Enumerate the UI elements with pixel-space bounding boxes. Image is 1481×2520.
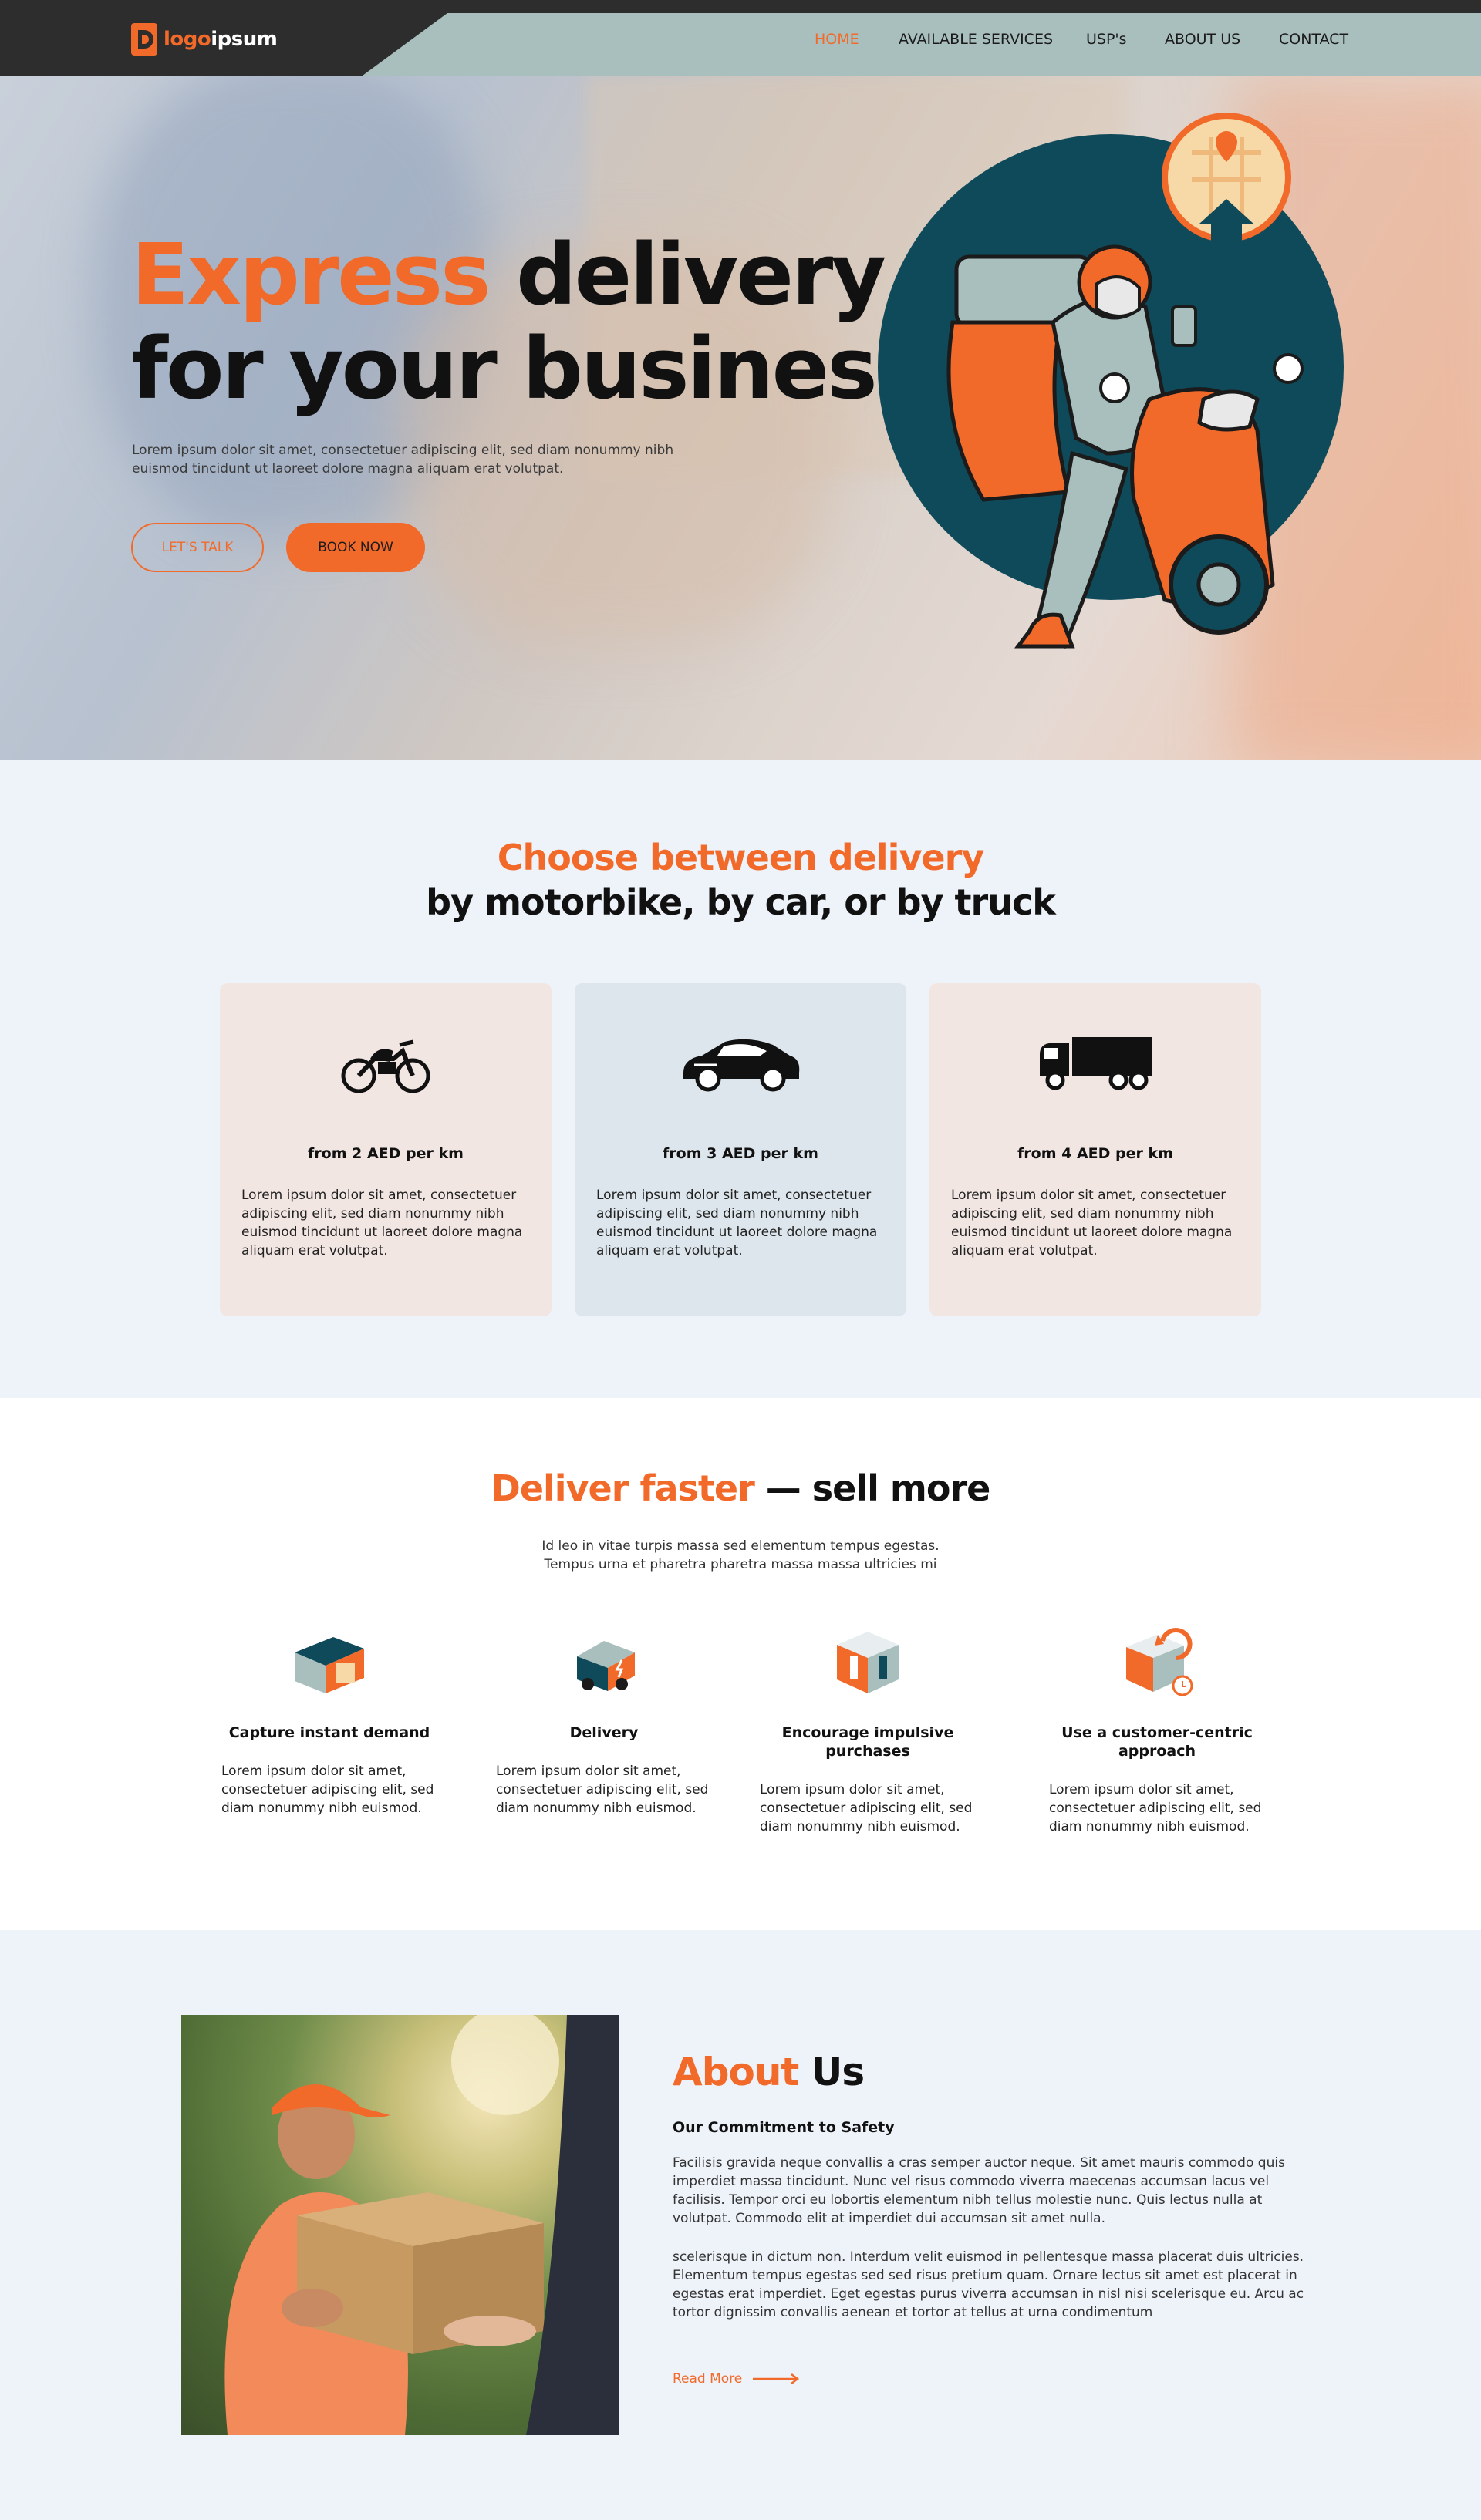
storefront-icon: [295, 1637, 364, 1693]
lets-talk-button[interactable]: LET'S TALK: [131, 523, 264, 572]
feature-description: Lorem ipsum dolor sit amet, consectetuer…: [221, 1764, 434, 1816]
about-title-rest: Us: [811, 2050, 865, 2094]
truck-card[interactable]: from 4 AED per km Lorem ipsum dolor sit …: [929, 983, 1261, 1316]
feature-description: Lorem ipsum dolor sit amet, consectetuer…: [760, 1782, 973, 1834]
about-title: About Us: [673, 2050, 865, 2094]
nav-contact[interactable]: CONTACT: [1279, 31, 1348, 48]
car-price: from 3 AED per km: [663, 1145, 818, 1162]
feature-customer-centric: Use a customer-centric approach Lorem ip…: [1041, 1618, 1273, 1836]
truck-price: from 4 AED per km: [1017, 1145, 1173, 1162]
motorbike-price: from 2 AED per km: [308, 1145, 464, 1162]
return-box-icon: [1126, 1628, 1193, 1696]
feature-title: Use a customer-centric approach: [1061, 1724, 1253, 1760]
feature-impulsive-purchases: Encourage impulsive purchases Lorem ipsu…: [752, 1618, 983, 1836]
courier-handing-package-photo: [181, 2015, 619, 2435]
courier-scooter-illustration: [878, 113, 1344, 649]
about-subtitle: Our Commitment to Safety: [673, 2119, 895, 2136]
feature-title: Capture instant demand: [228, 1724, 430, 1741]
hero-title-rest: delivery: [515, 225, 886, 324]
nav-about-us[interactable]: ABOUT US: [1165, 31, 1240, 48]
nav-usps[interactable]: USP's: [1086, 31, 1127, 48]
about-title-accent: About: [673, 2050, 799, 2094]
arrow-right-icon: [753, 2373, 800, 2384]
feature-description: Lorem ipsum dolor sit amet, consectetuer…: [1049, 1782, 1262, 1834]
benefits-title-accent: Deliver faster: [491, 1467, 755, 1509]
feature-title: Delivery: [569, 1724, 639, 1741]
feature-description: Lorem ipsum dolor sit amet, consectetuer…: [496, 1764, 709, 1816]
read-more-label: Read More: [673, 2371, 743, 2387]
benefits-title: Deliver faster — sell more: [0, 1466, 1481, 1511]
delivery-cards: from 2 AED per km Lorem ipsum dolor sit …: [220, 983, 1261, 1316]
car-card[interactable]: from 3 AED per km Lorem ipsum dolor sit …: [575, 983, 906, 1316]
package-box-icon: [837, 1632, 899, 1693]
car-description: Lorem ipsum dolor sit amet, consectetuer…: [596, 1188, 878, 1258]
hero-title: Express delivery for your business: [131, 225, 926, 418]
feature-title: Encourage impulsive purchases: [781, 1724, 954, 1760]
logo-text: logoipsum: [164, 28, 278, 51]
car-icon: [683, 1039, 800, 1092]
delivery-van-icon: [577, 1641, 635, 1691]
benefits-subtitle-line1: Id leo in vitae turpis massa sed element…: [541, 1538, 940, 1554]
benefits-subtitle-line2: Tempus urna et pharetra pharetra massa m…: [544, 1557, 937, 1572]
nav-home[interactable]: HOME: [815, 31, 859, 48]
hero-title-accent: Express: [131, 225, 491, 324]
site-header: logoipsum HOME AVAILABLE SERVICES USP's …: [0, 0, 1481, 76]
nav-available-services[interactable]: AVAILABLE SERVICES: [899, 31, 1053, 48]
delivery-options-title: Choose between delivery by motorbike, by…: [0, 835, 1481, 925]
benefits-title-rest: — sell more: [754, 1467, 991, 1509]
delivery-options-section: Choose between delivery by motorbike, by…: [0, 760, 1481, 1398]
benefits-section: Deliver faster — sell more Id leo in vit…: [0, 1398, 1481, 1930]
hero-title-line2: for your business: [131, 319, 926, 418]
delivery-options-title-accent: Choose between delivery: [497, 837, 985, 878]
truck-icon: [1040, 1037, 1152, 1090]
about-paragraph-1: Facilisis gravida neque convallis a cras…: [673, 2155, 1285, 2226]
about-section: About Us Our Commitment to Safety Facili…: [0, 1930, 1481, 2520]
book-now-button[interactable]: BOOK NOW: [286, 523, 425, 572]
motorbike-description: Lorem ipsum dolor sit amet, consectetuer…: [241, 1188, 523, 1258]
logo[interactable]: logoipsum: [131, 23, 278, 56]
logo-mark-icon: [131, 23, 157, 56]
motorbike-card[interactable]: from 2 AED per km Lorem ipsum dolor sit …: [220, 983, 552, 1316]
read-more-link[interactable]: Read More: [673, 2371, 801, 2387]
feature-instant-demand: Capture instant demand Lorem ipsum dolor…: [214, 1618, 445, 1818]
benefits-subtitle: Id leo in vitae turpis massa sed element…: [0, 1537, 1481, 1574]
hero-description: Lorem ipsum dolor sit amet, consectetuer…: [132, 443, 674, 477]
truck-description: Lorem ipsum dolor sit amet, consectetuer…: [951, 1188, 1233, 1258]
delivery-options-title-rest: by motorbike, by car, or by truck: [426, 881, 1056, 923]
motorbike-icon: [341, 1039, 430, 1093]
hero-section: Express delivery for your business Lorem…: [0, 76, 1481, 760]
about-paragraph-2: scelerisque in dictum non. Interdum veli…: [673, 2249, 1304, 2320]
feature-delivery: Delivery Lorem ipsum dolor sit amet, con…: [488, 1618, 720, 1818]
